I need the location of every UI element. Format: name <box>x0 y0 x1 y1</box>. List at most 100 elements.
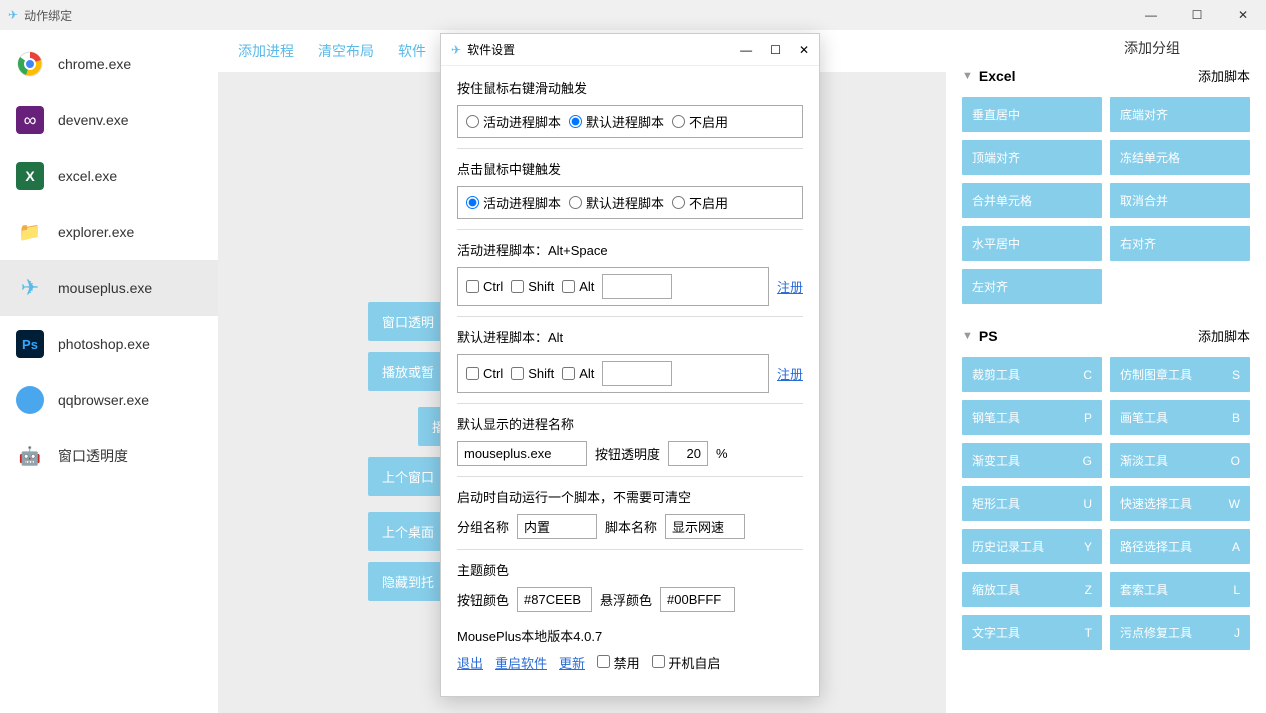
excel-scripts: 垂直居中 底端对齐 顶端对齐 冻结单元格 合并单元格 取消合并 水平居中 右对齐… <box>962 97 1250 304</box>
close-button[interactable]: ✕ <box>1220 0 1266 30</box>
ctrl-checkbox[interactable]: Ctrl <box>466 279 503 294</box>
group-name-input[interactable] <box>517 514 597 539</box>
section-label: 主题颜色 <box>457 560 803 579</box>
script-button[interactable]: 垂直居中 <box>962 97 1102 132</box>
grid-button[interactable]: 窗口透明 <box>368 302 448 341</box>
script-button[interactable]: 左对齐 <box>962 269 1102 304</box>
sidebar-item-devenv[interactable]: ∞ devenv.exe <box>0 92 218 148</box>
group-header-excel[interactable]: ▼ Excel 添加脚本 <box>962 60 1250 91</box>
script-button[interactable]: 套索工具L <box>1110 572 1250 607</box>
radio-disable[interactable]: 不启用 <box>672 112 728 131</box>
alt-checkbox[interactable]: Alt <box>562 366 594 381</box>
scripts-panel: 添加分组 ▼ Excel 添加脚本 垂直居中 底端对齐 顶端对齐 冻结单元格 合… <box>946 30 1266 713</box>
radio-default[interactable]: 默认进程脚本 <box>569 193 664 212</box>
add-group-button[interactable]: 添加分组 <box>946 38 1180 58</box>
script-button[interactable]: 历史记录工具Y <box>962 529 1102 564</box>
excel-icon: X <box>16 162 44 190</box>
shift-checkbox[interactable]: Shift <box>511 366 554 381</box>
hover-color-input[interactable] <box>660 587 735 612</box>
script-button[interactable]: 快速选择工具W <box>1110 486 1250 521</box>
script-button[interactable]: 画笔工具B <box>1110 400 1250 435</box>
dialog-titlebar: ✈ 软件设置 — ☐ ✕ <box>441 34 819 66</box>
script-name-input[interactable] <box>665 514 745 539</box>
script-button[interactable]: 右对齐 <box>1110 226 1250 261</box>
radio-disable[interactable]: 不启用 <box>672 193 728 212</box>
script-button[interactable]: 钢笔工具P <box>962 400 1102 435</box>
version-label: MousePlus本地版本4.0.7 <box>457 626 803 645</box>
section-label: 启动时自动运行一个脚本，不需要可清空 <box>457 487 803 506</box>
group-name: Excel <box>979 68 1016 84</box>
grid-button[interactable]: 上个桌面 <box>368 512 448 551</box>
script-button[interactable]: 路径选择工具A <box>1110 529 1250 564</box>
button-color-label: 按钮颜色 <box>457 590 509 609</box>
maximize-button[interactable]: ☐ <box>1174 0 1220 30</box>
group-header-ps[interactable]: ▼ PS 添加脚本 <box>962 320 1250 351</box>
grid-button[interactable]: 播放或暂 <box>368 352 448 391</box>
script-button[interactable]: 裁剪工具C <box>962 357 1102 392</box>
autostart-checkbox[interactable]: 开机自启 <box>652 653 721 672</box>
photoshop-icon: Ps <box>16 330 44 358</box>
script-button[interactable]: 文字工具T <box>962 615 1102 650</box>
grid-button[interactable]: 上个窗口 <box>368 457 448 496</box>
sidebar-item-opacity[interactable]: 🤖 窗口透明度 <box>0 428 218 484</box>
sidebar-item-excel[interactable]: X excel.exe <box>0 148 218 204</box>
radio-active[interactable]: 活动进程脚本 <box>466 193 561 212</box>
software-button[interactable]: 软件 <box>398 41 426 61</box>
script-button[interactable]: 渐变工具G <box>962 443 1102 478</box>
default-hotkey-row: Ctrl Shift Alt 注册 <box>457 354 803 393</box>
group-name: PS <box>979 328 998 344</box>
minimize-button[interactable]: — <box>1128 0 1174 30</box>
add-script-button[interactable]: 添加脚本 <box>1198 66 1250 85</box>
folder-icon: 📁 <box>16 218 44 246</box>
button-color-input[interactable] <box>517 587 592 612</box>
opacity-input[interactable] <box>668 441 708 466</box>
app-icon: ✈ <box>8 8 18 22</box>
radio-active[interactable]: 活动进程脚本 <box>466 112 561 131</box>
dialog-maximize-button[interactable]: ☐ <box>770 43 781 57</box>
process-name-input[interactable] <box>457 441 587 466</box>
clear-layout-button[interactable]: 清空布局 <box>318 41 374 61</box>
ps-scripts: 裁剪工具C 仿制图章工具S 钢笔工具P 画笔工具B 渐变工具G 渐淡工具O 矩形… <box>962 357 1250 650</box>
script-button[interactable]: 污点修复工具J <box>1110 615 1250 650</box>
script-button[interactable]: 取消合并 <box>1110 183 1250 218</box>
sidebar-item-qqbrowser[interactable]: qqbrowser.exe <box>0 372 218 428</box>
paperplane-icon: ✈ <box>451 43 461 57</box>
window-title: 动作绑定 <box>24 7 72 24</box>
sidebar-item-label: chrome.exe <box>58 56 131 72</box>
sidebar-item-label: photoshop.exe <box>58 336 150 352</box>
ctrl-checkbox[interactable]: Ctrl <box>466 366 503 381</box>
add-process-button[interactable]: 添加进程 <box>238 41 294 61</box>
script-button[interactable]: 缩放工具Z <box>962 572 1102 607</box>
script-button[interactable]: 冻结单元格 <box>1110 140 1250 175</box>
hotkey-input[interactable] <box>602 274 672 299</box>
script-button[interactable]: 底端对齐 <box>1110 97 1250 132</box>
dialog-minimize-button[interactable]: — <box>740 43 752 57</box>
script-button[interactable]: 水平居中 <box>962 226 1102 261</box>
shift-checkbox[interactable]: Shift <box>511 279 554 294</box>
sidebar-item-mouseplus[interactable]: ✈ mouseplus.exe <box>0 260 218 316</box>
restart-link[interactable]: 重启软件 <box>495 653 547 672</box>
hotkey-input[interactable] <box>602 361 672 386</box>
sidebar-item-photoshop[interactable]: Ps photoshop.exe <box>0 316 218 372</box>
radio-default[interactable]: 默认进程脚本 <box>569 112 664 131</box>
chrome-icon <box>16 50 44 78</box>
exit-link[interactable]: 退出 <box>457 653 483 672</box>
script-button[interactable]: 渐淡工具O <box>1110 443 1250 478</box>
alt-checkbox[interactable]: Alt <box>562 279 594 294</box>
sidebar-item-explorer[interactable]: 📁 explorer.exe <box>0 204 218 260</box>
hover-color-label: 悬浮颜色 <box>600 590 652 609</box>
dialog-close-button[interactable]: ✕ <box>799 43 809 57</box>
register-link[interactable]: 注册 <box>777 277 803 296</box>
register-link[interactable]: 注册 <box>777 364 803 383</box>
process-sidebar: chrome.exe ∞ devenv.exe X excel.exe 📁 ex… <box>0 30 218 713</box>
add-script-button[interactable]: 添加脚本 <box>1198 326 1250 345</box>
script-button[interactable]: 矩形工具U <box>962 486 1102 521</box>
sidebar-item-chrome[interactable]: chrome.exe <box>0 36 218 92</box>
script-button[interactable]: 合并单元格 <box>962 183 1102 218</box>
sidebar-item-label: 窗口透明度 <box>58 446 128 466</box>
disable-checkbox[interactable]: 禁用 <box>597 653 640 672</box>
script-button[interactable]: 仿制图章工具S <box>1110 357 1250 392</box>
grid-button[interactable]: 隐藏到托 <box>368 562 448 601</box>
script-button[interactable]: 顶端对齐 <box>962 140 1102 175</box>
update-link[interactable]: 更新 <box>559 653 585 672</box>
